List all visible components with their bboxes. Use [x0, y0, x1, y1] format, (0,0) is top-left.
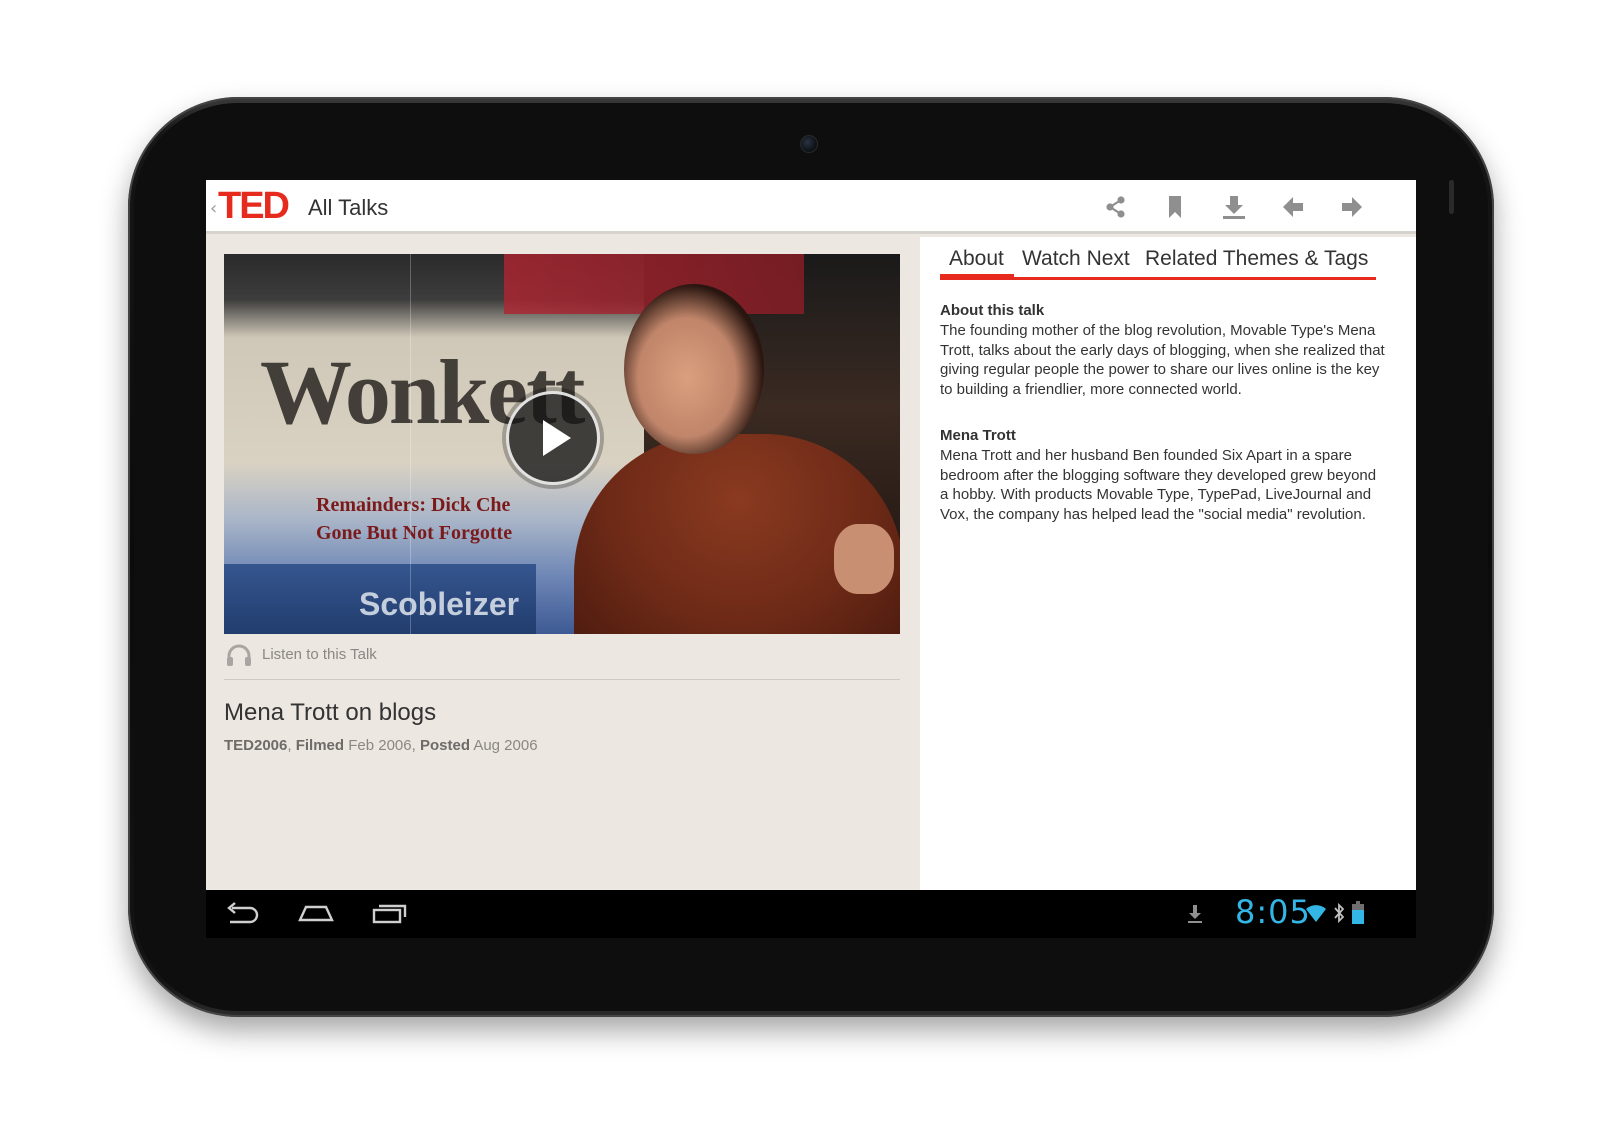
ted-logo[interactable]: TED [218, 186, 290, 226]
tab-related-themes-tags[interactable]: Related Themes & Tags [1145, 247, 1368, 271]
download-icon[interactable] [1221, 194, 1247, 220]
bluetooth-icon [1334, 902, 1345, 924]
wifi-icon [1306, 905, 1326, 922]
share-icon[interactable] [1103, 194, 1129, 220]
info-pane: About Watch Next Related Themes & Tags A… [920, 237, 1416, 890]
tab-watch-next[interactable]: Watch Next [1022, 247, 1130, 271]
speaker-heading: Mena Trott [940, 427, 1016, 444]
listen-label: Listen to this Talk [262, 646, 377, 663]
clock[interactable]: 8:05 [1235, 893, 1311, 931]
video-scene-headline: Gone But Not Forgotte [316, 522, 513, 544]
screen: ‹ TED All Talks Wonkett Remainders: Dick… [206, 180, 1416, 938]
video-seam [410, 254, 411, 634]
back-icon[interactable] [222, 900, 262, 928]
speaker-section: Mena Trott Mena Trott and her husband Be… [940, 426, 1386, 524]
posted-date: Aug 2006 [473, 737, 538, 754]
system-navigation-bar: 8:05 [206, 890, 1416, 938]
power-button [1449, 180, 1454, 214]
about-section: About this talk The founding mother of t… [940, 301, 1386, 399]
event-name: TED2006 [224, 737, 288, 754]
posted-label: Posted [419, 737, 470, 754]
tab-bar: About Watch Next Related Themes & Tags [940, 237, 1376, 281]
play-button[interactable] [506, 391, 600, 485]
video-scene-site: Scobleizer [359, 586, 520, 622]
speaker-body: Mena Trott and her husband Ben founded S… [940, 447, 1377, 523]
play-icon [543, 420, 571, 456]
about-body: The founding mother of the blog revoluti… [940, 322, 1385, 398]
active-tab-indicator [940, 274, 1014, 280]
front-camera [800, 135, 818, 153]
talk-title: Mena Trott on blogs [224, 699, 437, 726]
listen-to-talk-button[interactable]: Listen to this Talk [224, 640, 900, 670]
download-notification-icon[interactable] [1186, 904, 1204, 924]
up-caret-icon[interactable]: ‹ [210, 198, 217, 219]
recents-icon[interactable] [370, 900, 410, 928]
filmed-date: Feb 2006 [348, 737, 412, 754]
headphones-icon [227, 644, 251, 666]
app-title[interactable]: All Talks [308, 195, 388, 221]
talk-metadata: TED2006, Filmed Feb 2006, Posted Aug 200… [224, 737, 538, 754]
action-bar: ‹ TED All Talks [206, 180, 1416, 234]
about-heading: About this talk [940, 302, 1045, 319]
video-scene-headline: Remainders: Dick Che [316, 494, 511, 516]
battery-icon [1352, 901, 1364, 924]
video-thumbnail[interactable]: Wonkett Remainders: Dick Che Gone But No… [224, 254, 900, 634]
speaker-hand [834, 524, 894, 594]
bookmark-icon[interactable] [1162, 194, 1188, 220]
speaker-face [624, 284, 764, 454]
home-icon[interactable] [296, 900, 336, 928]
next-icon[interactable] [1339, 194, 1365, 220]
divider [224, 679, 900, 680]
talk-detail-pane: Wonkett Remainders: Dick Che Gone But No… [206, 237, 920, 890]
filmed-label: Filmed [295, 737, 345, 754]
tab-about[interactable]: About [949, 247, 1004, 271]
previous-icon[interactable] [1280, 194, 1306, 220]
